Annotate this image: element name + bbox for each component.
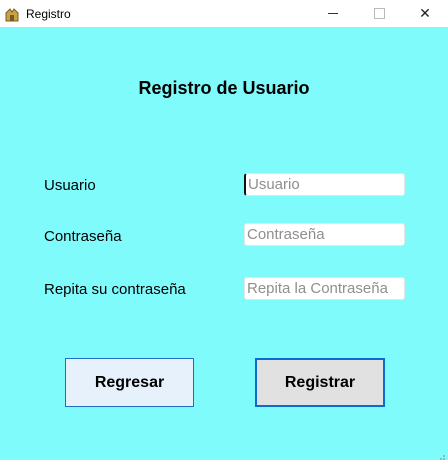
repeat-password-label: Repita su contraseña: [44, 281, 186, 298]
minimize-button[interactable]: [310, 0, 356, 27]
password-label: Contraseña: [44, 228, 122, 245]
back-button[interactable]: Regresar: [65, 358, 194, 407]
repeat-password-input[interactable]: [244, 277, 405, 300]
username-label: Usuario: [44, 177, 96, 194]
form-panel: Registro de Usuario Usuario Contraseña R…: [0, 27, 448, 460]
username-input[interactable]: [244, 173, 405, 196]
close-icon: ✕: [419, 5, 431, 21]
close-button[interactable]: ✕: [402, 0, 448, 27]
resize-grip-icon[interactable]: [436, 448, 446, 460]
maximize-button[interactable]: [356, 0, 402, 27]
password-input[interactable]: [244, 223, 405, 246]
title-bar[interactable]: Registro ✕: [0, 0, 448, 27]
register-button[interactable]: Registrar: [255, 358, 385, 407]
minimize-icon: [328, 13, 338, 14]
maximize-icon: [373, 8, 385, 19]
window-title: Registro: [26, 6, 71, 21]
app-window: Registro ✕ Registro de Usuario Usuario C…: [0, 0, 448, 460]
app-icon: [3, 5, 21, 23]
page-title: Registro de Usuario: [138, 78, 310, 98]
